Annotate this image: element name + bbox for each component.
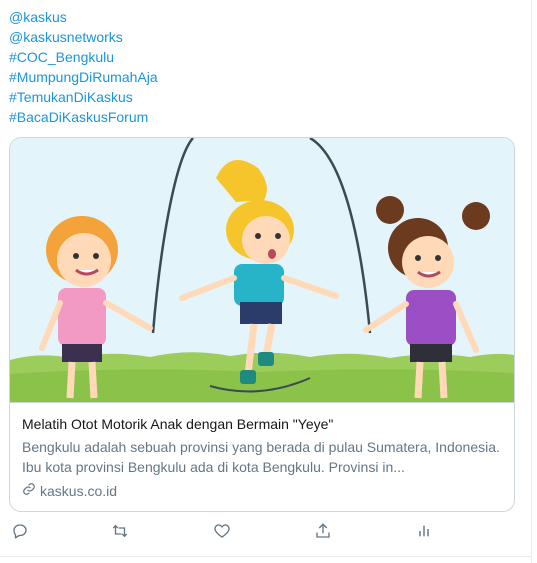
card-image[interactable] (10, 138, 514, 402)
timeline-divider (531, 0, 532, 563)
mention-kaskusnetworks[interactable]: @kaskusnetworks (9, 27, 158, 47)
card-title[interactable]: Melatih Otot Motorik Anak dengan Bermain… (22, 415, 333, 434)
hashtag-baca-di-kaskus-forum[interactable]: #BacaDiKaskusForum (9, 107, 158, 127)
mention-kaskus[interactable]: @kaskus (9, 7, 158, 27)
retweet-icon (110, 522, 130, 545)
heart-icon (213, 522, 231, 545)
card-description: Bengkulu adalah sebuah provinsi yang ber… (22, 439, 500, 475)
reply-button[interactable] (9, 522, 31, 544)
jump-rope-illustration (10, 138, 514, 402)
share-icon (314, 522, 332, 545)
hashtag-temukan-di-kaskus[interactable]: #TemukanDiKaskus (9, 87, 158, 107)
link-preview-card[interactable]: Melatih Otot Motorik Anak dengan Bermain… (9, 137, 515, 512)
share-button[interactable] (312, 522, 334, 544)
card-text: Melatih Otot Motorik Anak dengan Bermain… (10, 402, 514, 511)
like-button[interactable] (211, 522, 233, 544)
card-domain[interactable]: kaskus.co.id (22, 481, 117, 501)
tweet-hashtags: @kaskus @kaskusnetworks #COC_Bengkulu #M… (9, 7, 158, 127)
analytics-button[interactable] (413, 522, 435, 544)
link-icon (22, 481, 36, 501)
tweet-actions (9, 522, 449, 546)
card-domain-text: kaskus.co.id (40, 483, 118, 499)
reply-icon (11, 522, 29, 545)
hashtag-coc-bengkulu[interactable]: #COC_Bengkulu (9, 47, 158, 67)
tweet-divider (0, 556, 531, 557)
analytics-icon (416, 522, 432, 545)
retweet-button[interactable] (109, 522, 131, 544)
hashtag-mumpung-di-rumah-aja[interactable]: #MumpungDiRumahAja (9, 67, 158, 87)
